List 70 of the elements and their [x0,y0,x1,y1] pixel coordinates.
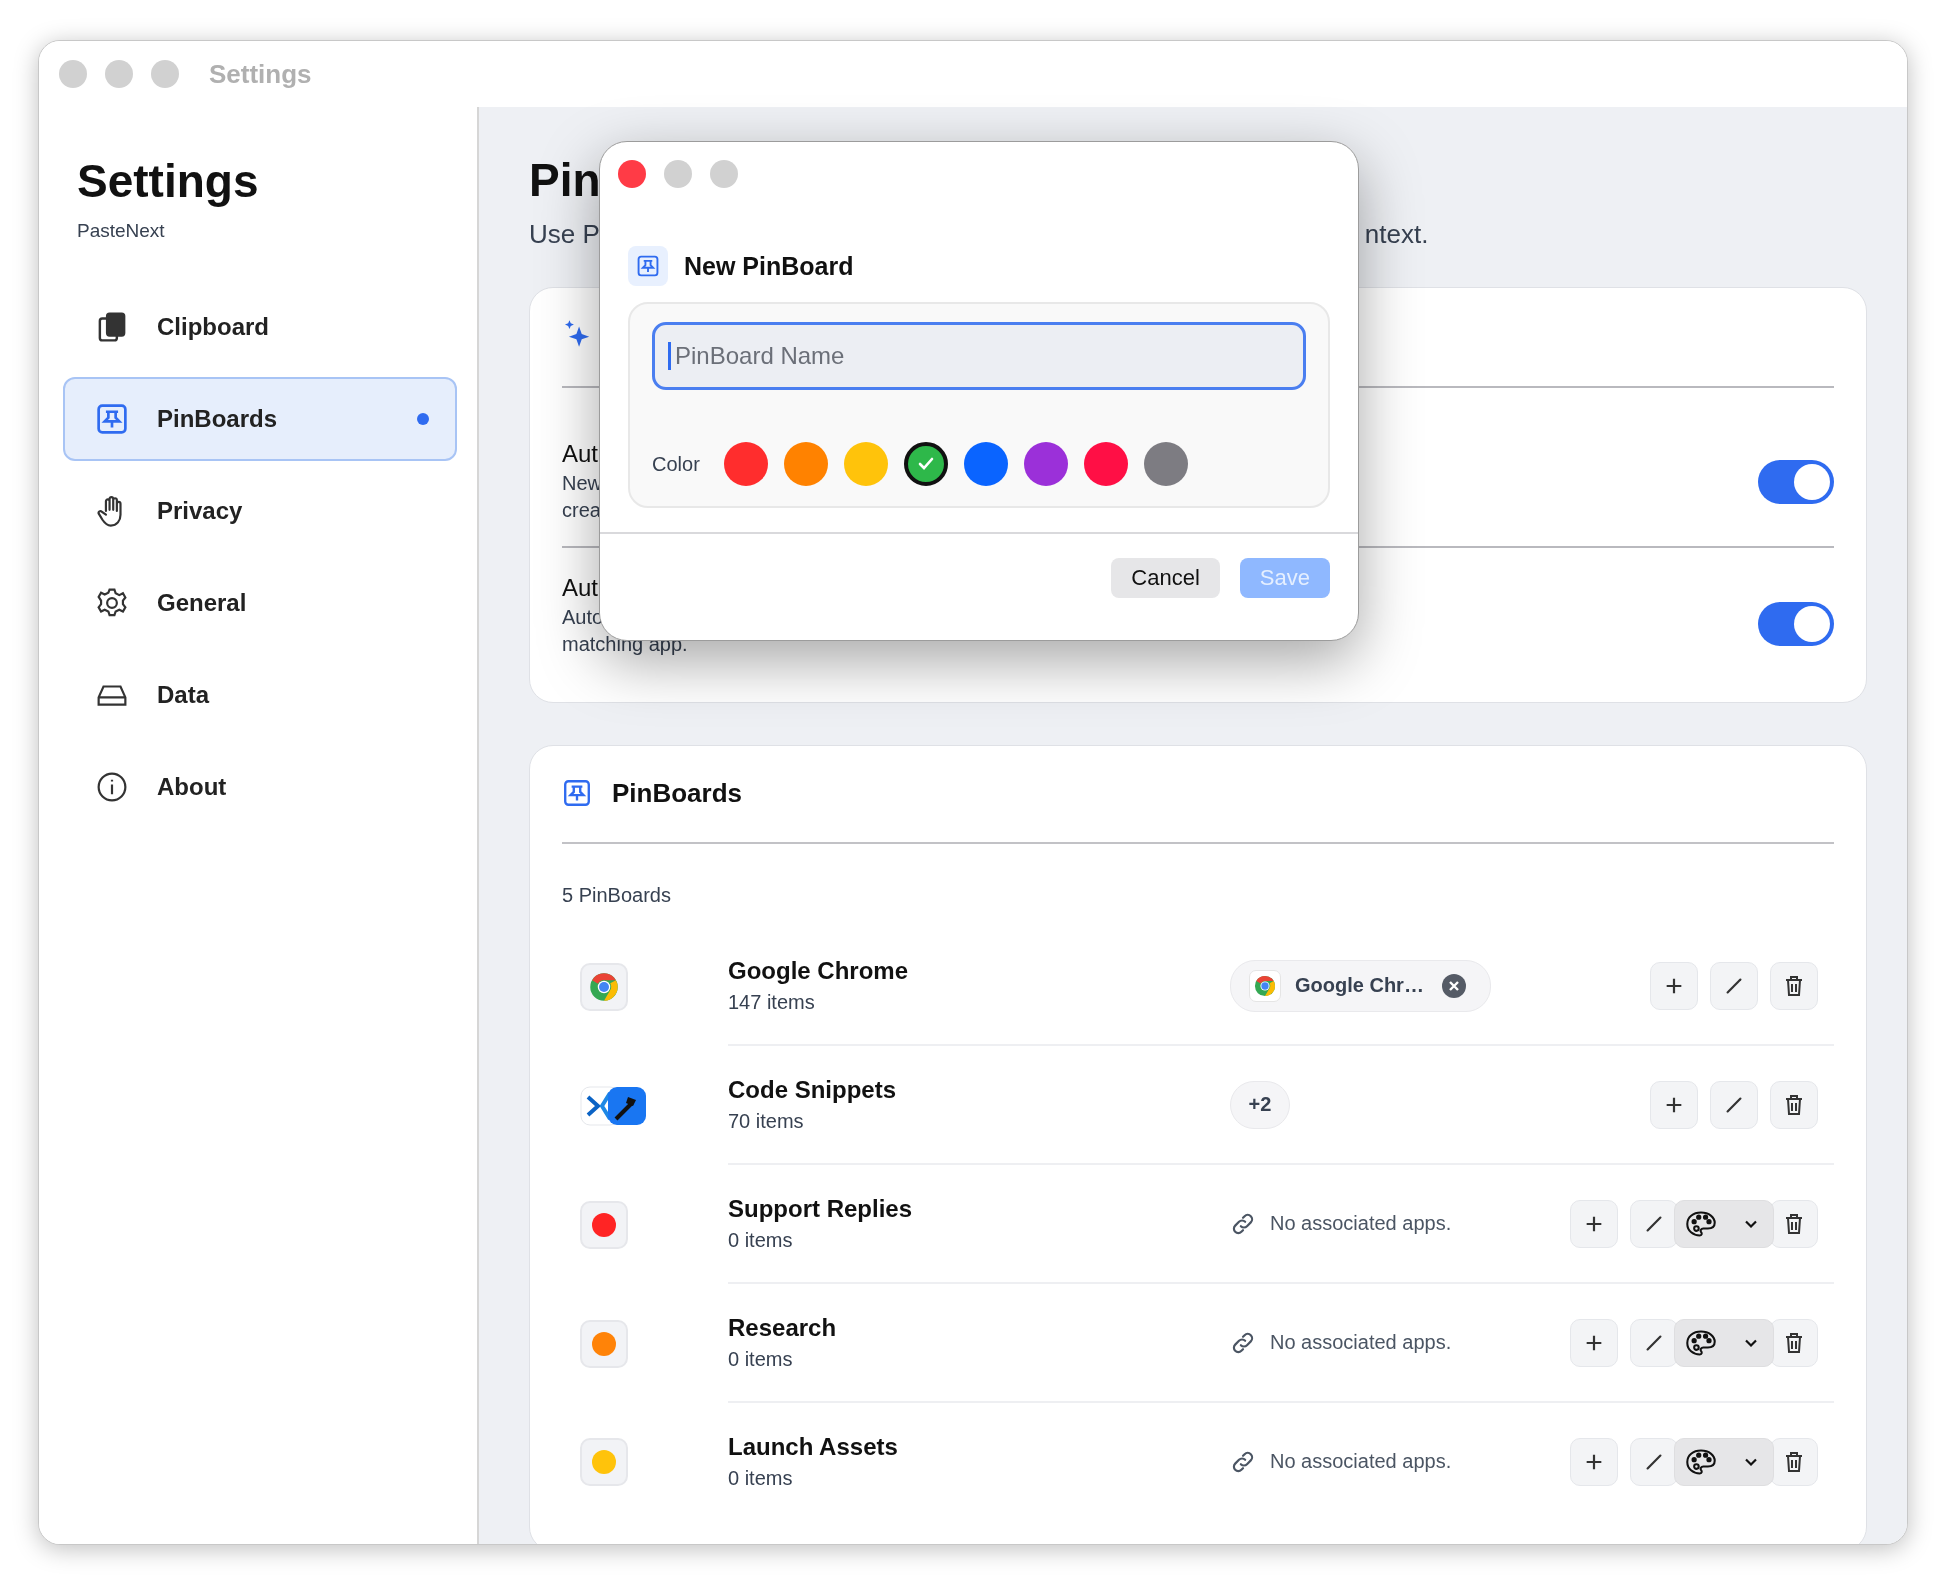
item-count: 70 items [728,1110,805,1133]
cancel-button[interactable]: Cancel [1111,558,1220,598]
item-count: 0 items [728,1348,794,1371]
color-option[interactable] [963,442,1008,486]
name-field[interactable]: PinBoard Name [652,322,1306,390]
window-title: Settings [209,58,312,90]
add-button[interactable] [1650,1080,1698,1129]
info-icon [95,770,129,804]
pin-icon [628,246,668,286]
color-option[interactable] [843,442,888,486]
page-title: Pin [529,157,601,203]
item-count: 0 items [728,1467,794,1490]
delete-button[interactable] [1770,1080,1818,1129]
text-cursor [668,342,671,370]
delete-button[interactable] [1770,961,1818,1010]
page-subtitle: ntext. [1364,219,1429,250]
color-menu-button[interactable] [1674,1318,1774,1367]
dialog-title: New PinBoard [684,251,854,281]
delete-button[interactable] [1770,1199,1818,1248]
toggle-switch[interactable] [1758,602,1834,646]
pinboard-name: Launch Assets [728,1433,899,1461]
more-apps-badge[interactable]: +2 [1230,1080,1290,1129]
palette-icon [1685,1209,1717,1238]
no-apps-text: No associated apps. [1270,1212,1452,1235]
pinboard-name: Support Replies [728,1195,914,1223]
color-label: Color [652,452,700,476]
page-subtitle: Use P [529,219,600,250]
sidebar-item[interactable]: Data [63,653,457,737]
toggle-switch[interactable] [1758,460,1834,504]
add-button[interactable] [1570,1437,1618,1486]
add-button[interactable] [1570,1199,1618,1248]
add-button[interactable] [1570,1318,1618,1367]
pin-icon [562,778,592,808]
add-button[interactable] [1650,961,1698,1010]
close-button[interactable] [618,160,646,188]
setting-title: Aut [562,574,599,602]
color-menu-button[interactable] [1674,1199,1774,1248]
no-apps-text: No associated apps. [1270,1331,1452,1354]
sidebar-item[interactable]: Privacy [63,469,457,553]
color-option[interactable] [903,442,948,486]
color-option[interactable] [1023,442,1068,486]
pin-icon [95,402,129,436]
delete-button[interactable] [1770,1437,1818,1486]
sidebar-item[interactable]: Clipboard [63,285,457,369]
color-option[interactable] [783,442,828,486]
pinboard-name: Code Snippets [728,1076,897,1104]
pinboard-count: 5 PinBoards [562,884,672,907]
pinboard-name: Research [728,1314,838,1342]
browser-app-icon [1249,969,1281,1002]
item-count: 147 items [728,991,816,1014]
setting-title: Aut [562,440,599,468]
color-option[interactable] [723,442,768,486]
sidebar-item[interactable]: PinBoards [63,377,457,461]
no-apps-text: No associated apps. [1270,1450,1452,1473]
sidebar-item[interactable]: General [63,561,457,645]
remove-icon[interactable] [1441,973,1466,998]
card-title: PinBoards [612,777,743,809]
app-chip[interactable]: Google Chr… [1230,959,1491,1012]
setting-description: crea [562,499,601,522]
app-name: PasteNext [77,220,166,242]
color-option[interactable] [1083,442,1128,486]
sidebar-item[interactable]: About [63,745,457,829]
palette-icon [1685,1447,1717,1476]
color-option[interactable] [1143,442,1188,486]
item-count: 0 items [728,1229,794,1252]
pinboard-name: Google Chrome [728,957,909,985]
browser-app-icon [580,962,628,1011]
delete-button[interactable] [1770,1318,1818,1367]
color-menu-button[interactable] [1674,1437,1774,1486]
palette-icon [1685,1328,1717,1357]
